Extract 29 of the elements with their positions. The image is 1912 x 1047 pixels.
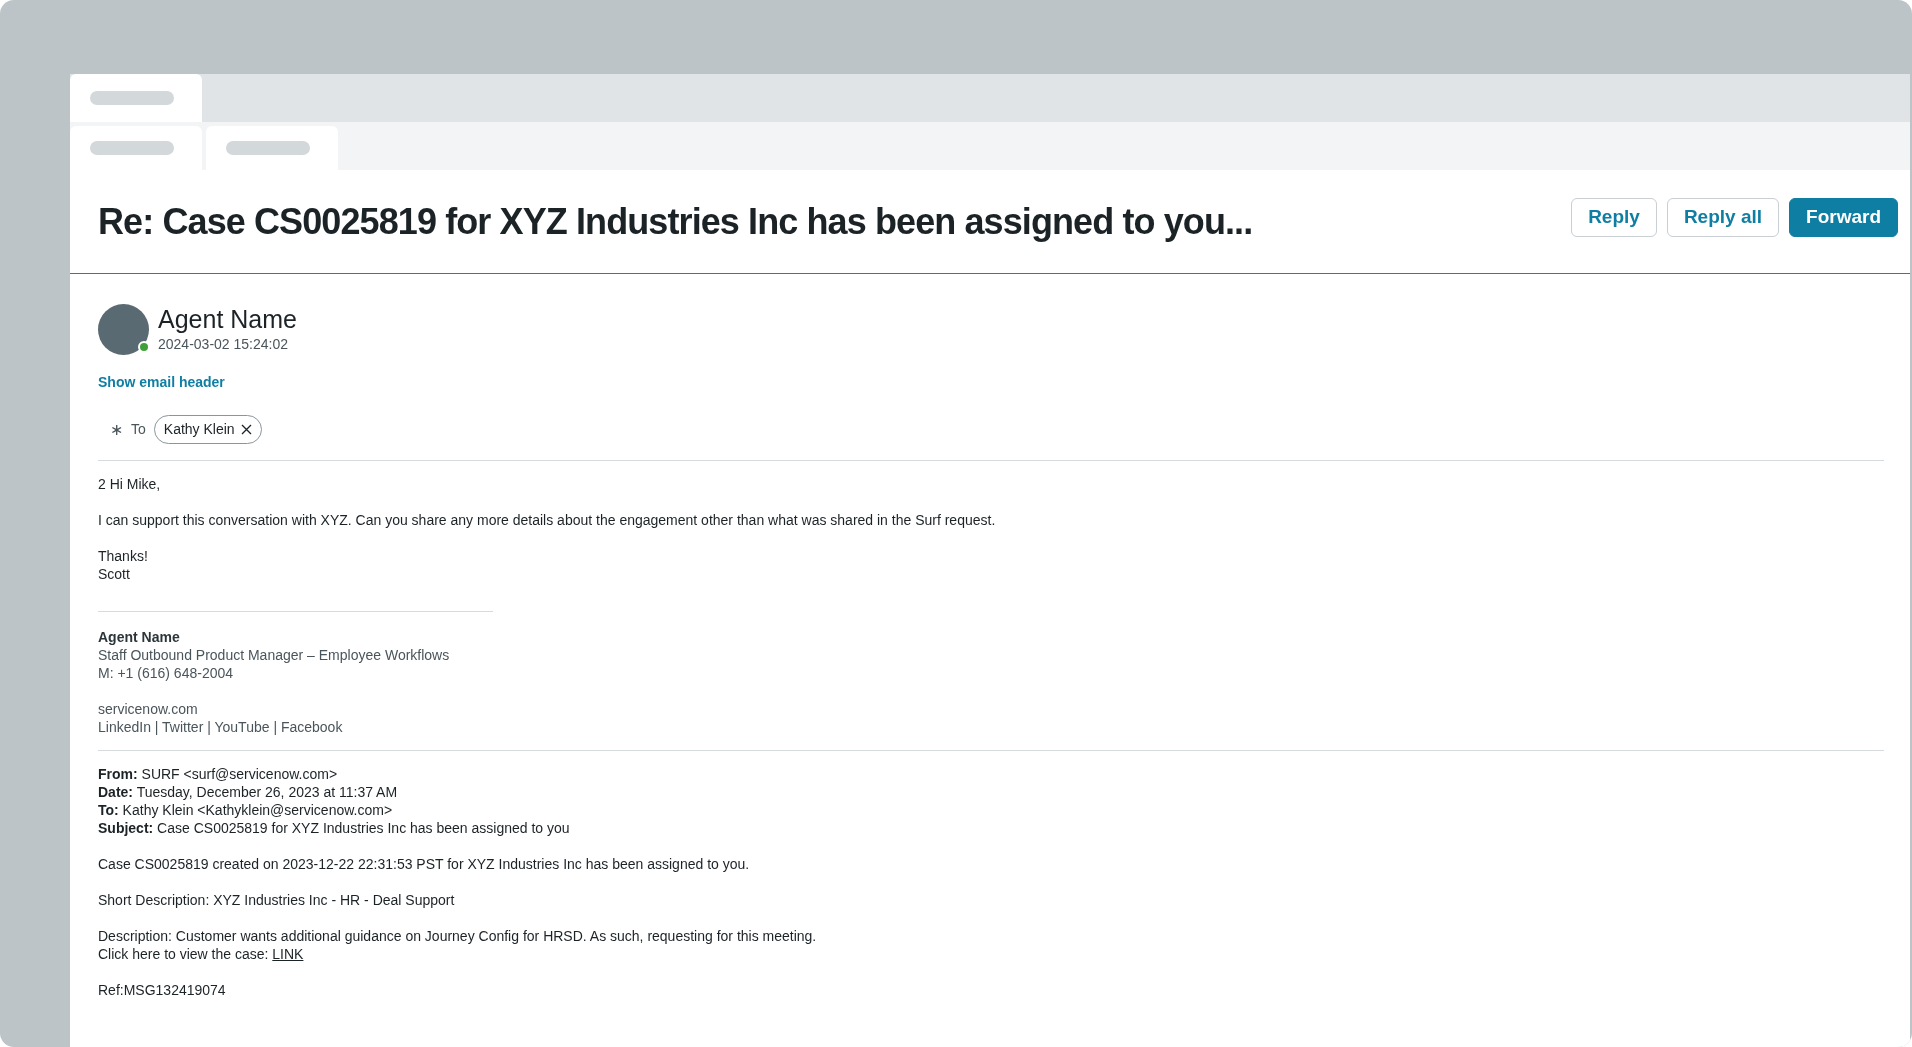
reference-id: Ref:MSG132419074 xyxy=(98,981,227,999)
signature-name: Agent Name xyxy=(98,628,181,646)
sender-name: Agent Name xyxy=(158,304,297,334)
body-text: Description: Customer wants additional guidance on Journey Config for HRSD. As such, requesting for this meeting. xyxy=(98,927,818,945)
to-label: To xyxy=(131,420,146,439)
body-text: Scott xyxy=(98,565,131,583)
body-text: I can support this conversation with XYZ. Can you share any more details about the engagement other than what was shared in the Surf request. xyxy=(98,511,997,529)
body-text: Short Description: XYZ Industries Inc - HR - Deal Support xyxy=(98,891,456,909)
action-button[interactable]: Reply all xyxy=(1666,198,1780,237)
body-text: 2 Hi Mike, xyxy=(98,475,162,493)
sent-timestamp: 2024-03-02 15:24:02 xyxy=(158,335,289,354)
close-icon[interactable] xyxy=(240,424,252,435)
quoted-header-line: To: Kathy Klein <Kathyklein@servicenow.com> xyxy=(98,801,394,819)
action-button[interactable]: Forward xyxy=(1789,198,1898,237)
action-button[interactable]: Reply xyxy=(1571,198,1657,237)
quoted-header-line: Subject: Case CS0025819 for XYZ Industries Inc has been assigned to you xyxy=(98,819,571,837)
case-link[interactable]: LINK xyxy=(272,946,304,962)
email-subject: Re: Case CS0025819 for XYZ Industries Inc has been assigned to you... xyxy=(98,199,1253,244)
body-text: Staff Outbound Product Manager – Employee Workflows xyxy=(98,646,451,664)
quoted-header-line: From: SURF <surf@servicenow.com> xyxy=(98,765,339,783)
view-case-text: Click here to view the case: LINK xyxy=(98,945,305,963)
show-email-header-link[interactable]: Show email header xyxy=(98,372,225,393)
body-text: LinkedIn | Twitter | YouTube | Facebook xyxy=(98,718,344,736)
body-text: M: +1 (616) 648-2004 xyxy=(98,664,235,682)
required-mark: ∗ xyxy=(110,419,123,440)
quoted-header-line: Date: Tuesday, December 26, 2023 at 11:37 AM xyxy=(98,783,399,801)
body-text: Case CS0025819 created on 2023-12-22 22:31:53 PST for XYZ Industries Inc has been assigned to you. xyxy=(98,855,751,873)
body-text: servicenow.com xyxy=(98,700,199,718)
body-text: Thanks! xyxy=(98,547,149,565)
